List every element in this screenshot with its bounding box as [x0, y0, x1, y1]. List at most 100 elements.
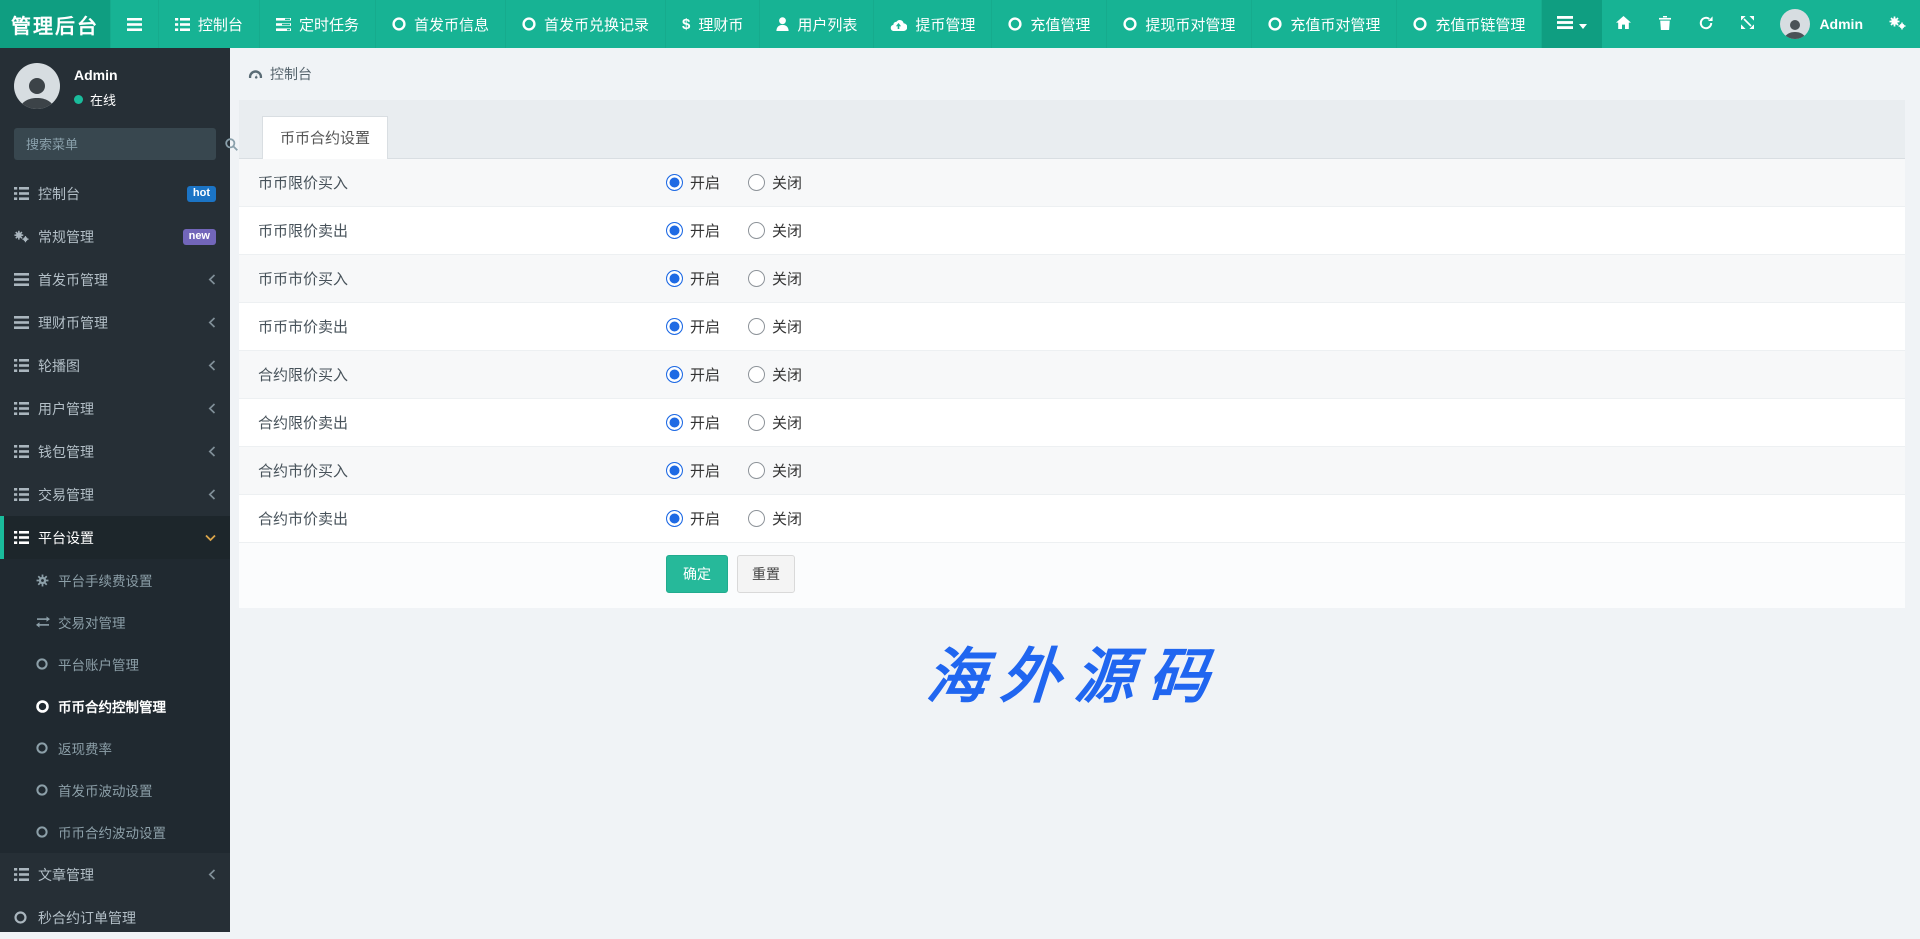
sidebar-subitem-contract-volatility[interactable]: 币币合约波动设置: [0, 811, 230, 853]
radio-option-off[interactable]: 关闭: [748, 316, 802, 337]
nav-item-cron-tasks[interactable]: 定时任务: [260, 0, 376, 48]
nav-item-withdraw-pairs[interactable]: 提现币对管理: [1107, 0, 1252, 48]
clear-cache-button[interactable]: [1645, 0, 1685, 48]
refresh-button[interactable]: [1685, 0, 1727, 48]
radio-unchecked-icon[interactable]: [748, 222, 765, 239]
tab-coin-contract-settings[interactable]: 币币合约设置: [262, 116, 388, 159]
radio-checked-icon[interactable]: [666, 174, 683, 191]
radio-group: 开启 关闭: [666, 460, 802, 481]
cloud-upload-icon: [890, 18, 907, 31]
home-button[interactable]: [1602, 0, 1645, 48]
tasks-icon: [276, 18, 291, 31]
nav-item-ico-info[interactable]: 首发币信息: [376, 0, 506, 48]
list-icon: [14, 488, 38, 501]
confirm-button[interactable]: 确定: [666, 555, 728, 593]
radio-unchecked-icon[interactable]: [748, 510, 765, 527]
radio-unchecked-icon[interactable]: [748, 270, 765, 287]
search-input[interactable]: [14, 137, 214, 152]
radio-checked-icon[interactable]: [666, 510, 683, 527]
refresh-icon: [1699, 16, 1713, 33]
settings-card: 币币合约设置 币币限价买入 开启 关闭 币币限价卖出 开启 关闭 币币市价买入 …: [239, 100, 1905, 608]
sidebar-item-second-contract-orders[interactable]: 秒合约订单管理: [0, 896, 230, 939]
radio-checked-icon[interactable]: [666, 366, 683, 383]
reset-button[interactable]: 重置: [737, 555, 795, 593]
radio-checked-icon[interactable]: [666, 462, 683, 479]
bars-icon: [127, 18, 142, 31]
radio-option-on[interactable]: 开启: [666, 316, 720, 337]
nav-item-wealth-coin[interactable]: $ 理财币: [666, 0, 760, 48]
nav-item-recharge[interactable]: 充值管理: [992, 0, 1107, 48]
sidebar-subitem-trading-pairs[interactable]: 交易对管理: [0, 601, 230, 643]
sidebar-subitem-platform-accounts[interactable]: 平台账户管理: [0, 643, 230, 685]
radio-checked-icon[interactable]: [666, 270, 683, 287]
chevron-down-icon: [205, 534, 216, 542]
sidebar-item-ico-manage[interactable]: 首发币管理: [0, 258, 230, 301]
sidebar-item-carousel[interactable]: 轮播图: [0, 344, 230, 387]
sidebar-subitem-ico-volatility[interactable]: 首发币波动设置: [0, 769, 230, 811]
sidebar-item-general[interactable]: 常规管理 new: [0, 215, 230, 258]
radio-option-off[interactable]: 关闭: [748, 172, 802, 193]
radio-option-on[interactable]: 开启: [666, 460, 720, 481]
user-avatar: [14, 63, 60, 109]
dashboard-icon: [248, 66, 263, 82]
admin-menu[interactable]: Admin: [1768, 0, 1875, 48]
form-row: 币币市价卖出 开启 关闭: [239, 303, 1905, 351]
list-icon: [14, 359, 38, 372]
sidebar-toggle-button[interactable]: [110, 0, 159, 48]
list-icon: [14, 187, 38, 200]
radio-option-off[interactable]: 关闭: [748, 412, 802, 433]
home-icon: [1616, 16, 1631, 32]
radio-option-off[interactable]: 关闭: [748, 364, 802, 385]
sidebar-item-article-manage[interactable]: 文章管理: [0, 853, 230, 896]
radio-option-on[interactable]: 开启: [666, 220, 720, 241]
radio-group: 开启 关闭: [666, 268, 802, 289]
radio-checked-icon[interactable]: [666, 222, 683, 239]
nav-item-console[interactable]: 控制台: [159, 0, 260, 48]
fullscreen-button[interactable]: [1727, 0, 1768, 48]
radio-unchecked-icon[interactable]: [748, 462, 765, 479]
circle-icon: [1268, 17, 1282, 31]
radio-unchecked-icon[interactable]: [748, 366, 765, 383]
sidebar-item-platform-settings[interactable]: 平台设置: [0, 516, 230, 559]
nav-item-ico-exchange-records[interactable]: 首发币兑换记录: [506, 0, 666, 48]
nav-item-user-list[interactable]: 用户列表: [760, 0, 874, 48]
nav-item-withdraw-coin[interactable]: 提币管理: [874, 0, 992, 48]
radio-option-on[interactable]: 开启: [666, 268, 720, 289]
radio-option-on[interactable]: 开启: [666, 508, 720, 529]
sidebar-item-user-manage[interactable]: 用户管理: [0, 387, 230, 430]
sidebar-item-console[interactable]: 控制台 hot: [0, 172, 230, 215]
list-icon: [14, 445, 38, 458]
sidebar-search: [14, 128, 216, 160]
sidebar-item-wealth-manage[interactable]: 理财币管理: [0, 301, 230, 344]
user-name: Admin: [74, 67, 118, 83]
form-row: 币币限价买入 开启 关闭: [239, 159, 1905, 207]
radio-unchecked-icon[interactable]: [748, 174, 765, 191]
radio-checked-icon[interactable]: [666, 318, 683, 335]
bars-icon: [1557, 16, 1573, 32]
radio-option-off[interactable]: 关闭: [748, 220, 802, 241]
sidebar-subitem-platform-fees[interactable]: 平台手续费设置: [0, 559, 230, 601]
radio-unchecked-icon[interactable]: [748, 318, 765, 335]
radio-checked-icon[interactable]: [666, 414, 683, 431]
radio-option-off[interactable]: 关闭: [748, 268, 802, 289]
settings-button[interactable]: [1875, 0, 1920, 48]
radio-unchecked-icon[interactable]: [748, 414, 765, 431]
nav-item-recharge-chain[interactable]: 充值币链管理: [1397, 0, 1542, 48]
sidebar-item-wallet-manage[interactable]: 钱包管理: [0, 430, 230, 473]
radio-option-on[interactable]: 开启: [666, 364, 720, 385]
list-icon: [14, 273, 38, 286]
search-icon[interactable]: [214, 138, 249, 151]
nav-item-recharge-pairs[interactable]: 充值币对管理: [1252, 0, 1397, 48]
radio-option-off[interactable]: 关闭: [748, 508, 802, 529]
radio-option-off[interactable]: 关闭: [748, 460, 802, 481]
sidebar-item-trade-manage[interactable]: 交易管理: [0, 473, 230, 516]
radio-option-on[interactable]: 开启: [666, 172, 720, 193]
list-icon: [14, 402, 38, 415]
form-row: 合约市价卖出 开启 关闭: [239, 495, 1905, 543]
radio-option-on[interactable]: 开启: [666, 412, 720, 433]
platform-settings-submenu: 平台手续费设置 交易对管理 平台账户管理: [0, 559, 230, 853]
nav-overflow-dropdown[interactable]: [1542, 0, 1602, 48]
circle-icon: [36, 784, 58, 796]
sidebar-subitem-coin-contract-control[interactable]: 币币合约控制管理: [0, 685, 230, 727]
sidebar-subitem-cashback-rate[interactable]: 返现费率: [0, 727, 230, 769]
